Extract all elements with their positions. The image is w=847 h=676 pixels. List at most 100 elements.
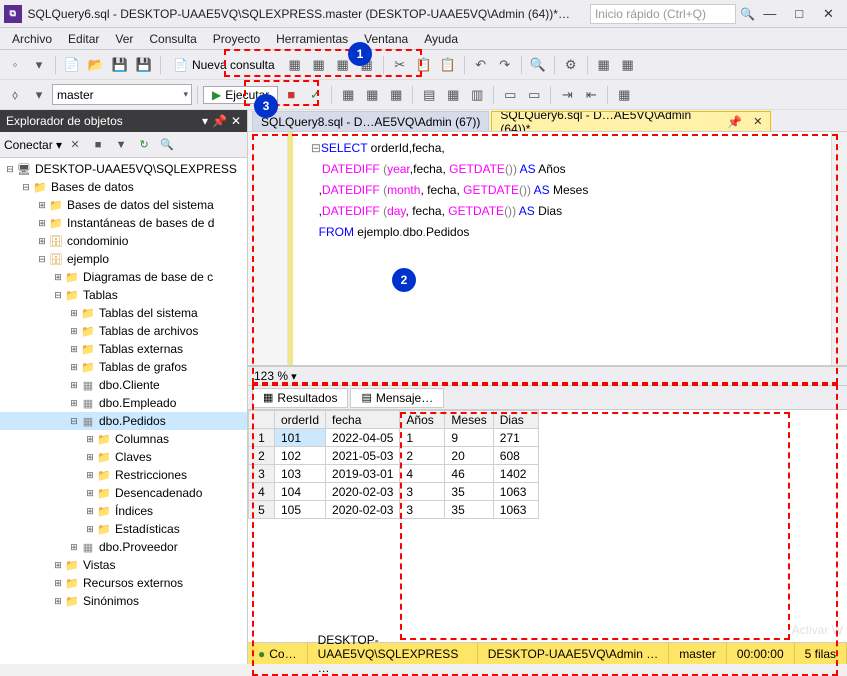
row-header[interactable]: 5	[249, 501, 275, 519]
expand-icon[interactable]: ⊟	[52, 290, 64, 301]
row-header[interactable]: 2	[249, 447, 275, 465]
col-header[interactable]: fecha	[326, 411, 400, 429]
expand-icon[interactable]: ⊞	[68, 344, 80, 355]
cell[interactable]: 3	[400, 501, 445, 519]
parse-icon[interactable]: ✓	[304, 84, 326, 106]
cell[interactable]: 2020-02-03	[326, 501, 400, 519]
tree-node[interactable]: ⊟🖥DESKTOP-UAAE5VQ\SQLEXPRESS	[0, 160, 247, 178]
expand-icon[interactable]: ⊞	[36, 236, 48, 247]
col-header[interactable]: orderId	[275, 411, 326, 429]
sql-editor[interactable]: ⊟SELECT orderId,fecha, DATEDIFF (year,fe…	[293, 132, 831, 365]
row-header[interactable]: 3	[249, 465, 275, 483]
tree-node[interactable]: ⊞📁Columnas	[0, 430, 247, 448]
expand-icon[interactable]: ⊟	[20, 182, 32, 193]
tree-node[interactable]: ⊟📁Bases de datos	[0, 178, 247, 196]
results-file-icon[interactable]: ▥	[466, 84, 488, 106]
expand-icon[interactable]: ⊞	[84, 452, 96, 463]
tree-node[interactable]: ⊞📁Claves	[0, 448, 247, 466]
props-icon[interactable]: ⚙	[560, 54, 582, 76]
tree-node[interactable]: ⊞📁Tablas del sistema	[0, 304, 247, 322]
cell[interactable]: 35	[445, 483, 493, 501]
cell[interactable]: 102	[275, 447, 326, 465]
expand-icon[interactable]: ⊟	[68, 416, 80, 427]
results-grid-wrap[interactable]: orderIdfechaAñosMesesDias11012022-04-051…	[248, 410, 847, 570]
activity-icon[interactable]: ▦	[617, 54, 639, 76]
new-query-button[interactable]: 📄 Nueva consulta	[166, 55, 282, 75]
cell[interactable]: 4	[400, 465, 445, 483]
results-grid[interactable]: orderIdfechaAñosMesesDias11012022-04-051…	[248, 410, 539, 519]
cell[interactable]: 35	[445, 501, 493, 519]
expand-icon[interactable]: ⊟	[36, 254, 48, 265]
expand-icon[interactable]: ⊞	[36, 218, 48, 229]
expand-icon[interactable]: ⊞	[52, 578, 64, 589]
link-icon[interactable]: ⬨	[4, 84, 26, 106]
pin-icon[interactable]: 📌	[212, 114, 227, 128]
expand-icon[interactable]: ⊞	[52, 560, 64, 571]
cell[interactable]: 2020-02-03	[326, 483, 400, 501]
tree-node[interactable]: ⊟🗄ejemplo	[0, 250, 247, 268]
expand-icon[interactable]: ⊞	[68, 308, 80, 319]
expand-icon[interactable]: ⊞	[84, 488, 96, 499]
tree-node[interactable]: ⊞🗄condominio	[0, 232, 247, 250]
cell[interactable]: 1063	[493, 501, 538, 519]
copy-icon[interactable]: 📋	[413, 54, 435, 76]
expand-icon[interactable]: ⊞	[84, 524, 96, 535]
save-all-icon[interactable]: 💾	[133, 54, 155, 76]
cell[interactable]: 101	[275, 429, 326, 447]
tree-node[interactable]: ⊞📁Diagramas de base de c	[0, 268, 247, 286]
tree-node[interactable]: ⊞📁Vistas	[0, 556, 247, 574]
registered-icon[interactable]: ▦	[593, 54, 615, 76]
row-header[interactable]: 4	[249, 483, 275, 501]
cell[interactable]: 2021-05-03	[326, 447, 400, 465]
zoom-value[interactable]: 123 %	[254, 369, 288, 383]
connect-button[interactable]: Conectar ▾	[4, 138, 62, 152]
editor-tab[interactable]: SQLQuery6.sql - D…AE5VQ\Admin (64))* 📌 ✕	[491, 111, 771, 131]
engine-query-icon[interactable]: ▦	[284, 54, 306, 76]
outdent-icon[interactable]: ⇤	[580, 84, 602, 106]
cell[interactable]: 2022-04-05	[326, 429, 400, 447]
cell[interactable]: 3	[400, 483, 445, 501]
expand-icon[interactable]: ⊞	[68, 362, 80, 373]
dmx-icon[interactable]: ▦	[332, 54, 354, 76]
tree-node[interactable]: ⊞📁Sinónimos	[0, 592, 247, 610]
col-header[interactable]: Años	[400, 411, 445, 429]
col-header[interactable]: Meses	[445, 411, 493, 429]
change-conn-icon[interactable]: ▾	[28, 84, 50, 106]
cell[interactable]: 1402	[493, 465, 538, 483]
specify-icon[interactable]: ▦	[613, 84, 635, 106]
expand-icon[interactable]: ⊞	[68, 380, 80, 391]
expand-icon[interactable]: ⊞	[84, 506, 96, 517]
plan-icon[interactable]: ▦	[337, 84, 359, 106]
expand-icon[interactable]: ⊞	[68, 326, 80, 337]
expand-icon[interactable]: ⊟	[4, 164, 16, 175]
save-icon[interactable]: 💾	[109, 54, 131, 76]
find-icon[interactable]: 🔍	[527, 54, 549, 76]
menu-ayuda[interactable]: Ayuda	[416, 30, 466, 48]
quick-launch-input[interactable]: Inicio rápido (Ctrl+Q)	[590, 4, 736, 24]
results-text-icon[interactable]: ▤	[418, 84, 440, 106]
tree-node[interactable]: ⊞▦dbo.Cliente	[0, 376, 247, 394]
row-header[interactable]: 1	[249, 429, 275, 447]
new-icon[interactable]: 📄	[61, 54, 83, 76]
cell[interactable]: 2019-03-01	[326, 465, 400, 483]
results-grid-icon[interactable]: ▦	[442, 84, 464, 106]
panel-close-icon[interactable]: ✕	[231, 114, 241, 128]
dropdown-icon[interactable]: ▾	[202, 114, 208, 128]
cell[interactable]: 46	[445, 465, 493, 483]
tree-node[interactable]: ⊞📁Estadísticas	[0, 520, 247, 538]
undo-icon[interactable]: ↶	[470, 54, 492, 76]
redo-icon[interactable]: ↷	[494, 54, 516, 76]
menu-editar[interactable]: Editar	[60, 30, 107, 48]
minimize-button[interactable]: —	[755, 3, 784, 25]
stop2-icon[interactable]: ■	[88, 135, 108, 155]
xmla-icon[interactable]: ▦	[356, 54, 378, 76]
plan2-icon[interactable]: ▦	[361, 84, 383, 106]
cell[interactable]: 608	[493, 447, 538, 465]
tree-node[interactable]: ⊞📁Recursos externos	[0, 574, 247, 592]
tree-node[interactable]: ⊞📁Tablas de grafos	[0, 358, 247, 376]
filter-icon[interactable]: ▼	[111, 135, 131, 155]
stop-icon[interactable]: ■	[280, 84, 302, 106]
results-tab[interactable]: ▦Resultados	[252, 388, 348, 408]
col-header[interactable]: Dias	[493, 411, 538, 429]
tree-node[interactable]: ⊞📁Bases de datos del sistema	[0, 196, 247, 214]
